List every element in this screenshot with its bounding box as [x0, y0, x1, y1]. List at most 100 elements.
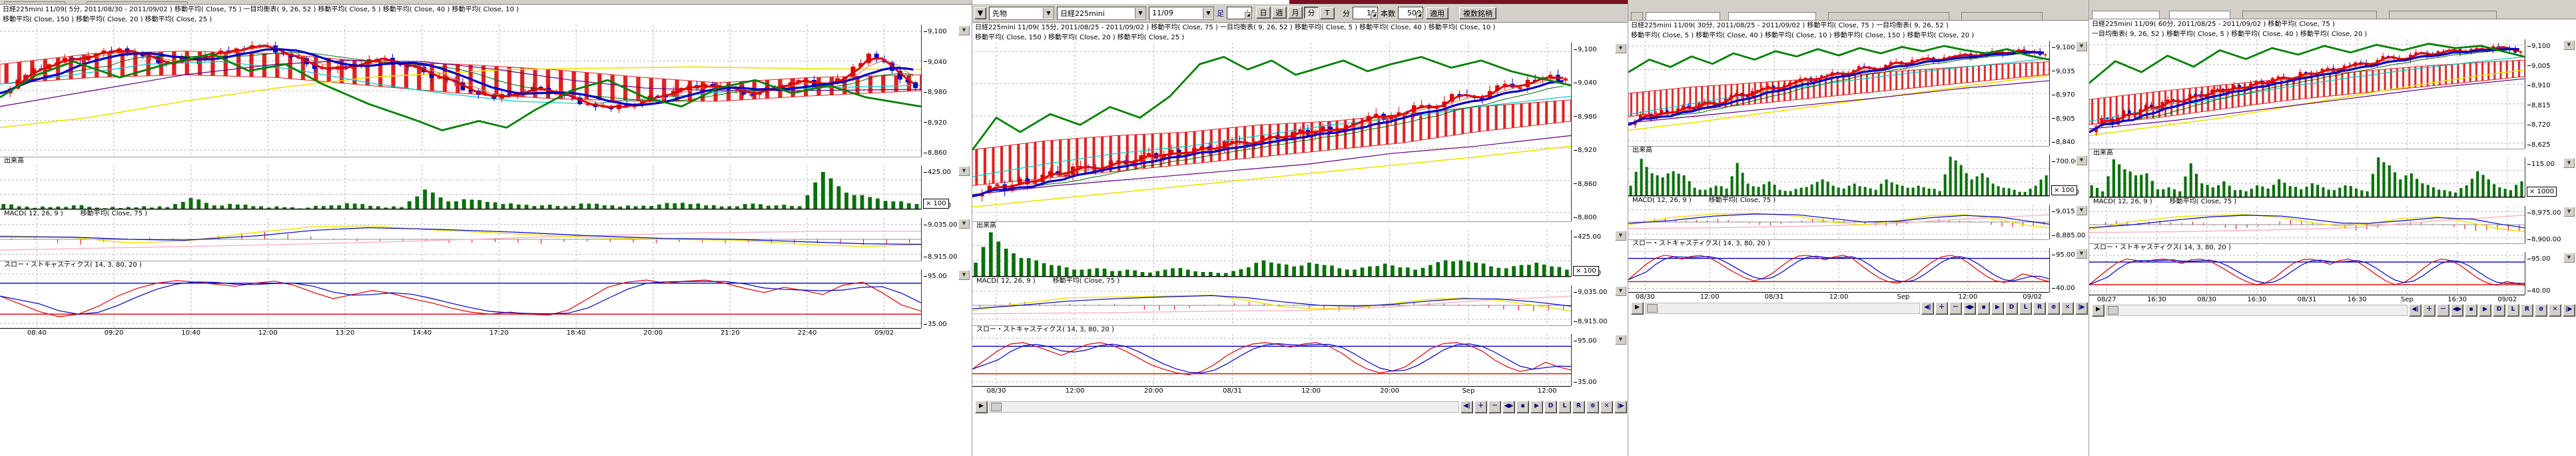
- period-button-週[interactable]: 週: [1272, 7, 1287, 19]
- pane-collapse-button[interactable]: ▼: [2563, 253, 2575, 263]
- symbol-select[interactable]: 日経225mini ▼: [1057, 7, 1146, 20]
- price-axis-label: 9,100: [2052, 45, 2075, 51]
- toolbar-sliver: [1628, 0, 2089, 21]
- period-button-T[interactable]: T: [1320, 7, 1335, 19]
- time-axis-label: 20:00: [643, 329, 663, 337]
- pane-collapse-button[interactable]: ▼: [2076, 41, 2087, 51]
- jump-latest-button[interactable]: |▶: [2075, 302, 2088, 315]
- scrollbar-thumb[interactable]: [1647, 304, 1658, 313]
- fit-button[interactable]: ◀▶: [2451, 304, 2463, 317]
- reset-button[interactable]: R: [1572, 401, 1585, 413]
- reset-button[interactable]: R: [2033, 302, 2046, 315]
- multi-symbol-button[interactable]: 複数銘柄: [1459, 7, 1496, 19]
- scrollbar-step-button[interactable]: ▶: [1631, 302, 1644, 315]
- spinner-knob-icon[interactable]: ◢: [1245, 12, 1252, 19]
- chart-scrollbar[interactable]: [2106, 305, 2408, 316]
- magnifier-button[interactable]: ⊕: [1586, 401, 1599, 413]
- fit-button[interactable]: ◀▶: [1963, 302, 1976, 315]
- pane-label-row: スロー・ストキャスティクス( 14, 3, 80, 20 ): [972, 325, 1628, 334]
- daily-button[interactable]: D: [2005, 302, 2018, 315]
- minutes-spinner[interactable]: 15 ◢: [1353, 7, 1378, 19]
- pane-collapse-button[interactable]: ▼: [958, 270, 970, 280]
- pane-collapse-button[interactable]: ▼: [1615, 335, 1626, 345]
- chart-scrollbar[interactable]: [1645, 303, 1920, 314]
- window-menu-button[interactable]: ▼: [974, 7, 986, 19]
- bar-count-spinner[interactable]: 500 ◢: [1398, 7, 1423, 19]
- daily-button[interactable]: D: [2493, 304, 2505, 317]
- time-axis-label: 14:40: [412, 329, 432, 337]
- magnifier-button[interactable]: ⊕: [2047, 302, 2060, 315]
- pane-collapse-button[interactable]: ▼: [2076, 205, 2087, 215]
- zoom-in-button[interactable]: ＋: [1935, 302, 1948, 315]
- step-back-button[interactable]: ◀|: [1921, 302, 1934, 315]
- step-back-button[interactable]: ◀|: [2409, 304, 2421, 317]
- step-forward-button[interactable]: ▶: [1530, 401, 1543, 413]
- pane-collapse-button[interactable]: ▼: [2076, 155, 2087, 165]
- magnifier-button[interactable]: ⊕: [2535, 304, 2547, 317]
- price-axis-label: 8,980: [1574, 114, 1597, 121]
- step-back-button[interactable]: ◀|: [1460, 401, 1473, 413]
- zoom-out-button[interactable]: －: [1949, 302, 1962, 315]
- log-scale-button[interactable]: L: [2019, 302, 2032, 315]
- fit-button[interactable]: ◀▶: [1502, 401, 1515, 413]
- zoom-in-button[interactable]: ＋: [1474, 401, 1487, 413]
- close-button[interactable]: ✕: [2061, 302, 2074, 315]
- period-button-分[interactable]: 分: [1304, 7, 1319, 19]
- scrollbar-thumb[interactable]: [2108, 306, 2118, 315]
- jump-latest-button[interactable]: |▶: [1614, 401, 1627, 413]
- apply-button[interactable]: 適用: [1426, 7, 1449, 19]
- period-button-月[interactable]: 月: [1288, 7, 1303, 19]
- bar-interval-spinner[interactable]: 1 ◢: [1227, 7, 1252, 19]
- chevron-down-icon: ▼: [1203, 8, 1213, 19]
- scrollbar-step-button[interactable]: ▶: [2092, 304, 2104, 317]
- price-chart-canvas: [2089, 39, 2525, 149]
- close-button[interactable]: ✕: [1600, 401, 1613, 413]
- category-select[interactable]: 先物 ▼: [989, 7, 1054, 20]
- stochastics-pane-label: スロー・ストキャスティクス( 14, 3, 80, 20 ): [2093, 244, 2231, 251]
- reset-button[interactable]: R: [2521, 304, 2533, 317]
- pane-collapse-button[interactable]: ▼: [1615, 231, 1626, 241]
- pane-collapse-button[interactable]: ▼: [958, 219, 970, 229]
- pane-collapse-button[interactable]: ▼: [958, 166, 970, 176]
- daily-button[interactable]: D: [1544, 401, 1557, 413]
- pane-collapse-button[interactable]: ▼: [2563, 40, 2575, 50]
- volume-multiplier-box: × 100: [923, 199, 949, 209]
- marker-button[interactable]: ▪: [2465, 304, 2477, 317]
- pane-label-row: 出来高: [972, 221, 1628, 230]
- contract-month-select[interactable]: 11/09 ▼: [1149, 7, 1214, 20]
- chart-scrollbar[interactable]: [989, 401, 1459, 413]
- button-fragment: [2389, 11, 2497, 19]
- price-axis-label: 9,005: [2527, 63, 2551, 70]
- jump-latest-button[interactable]: |▶: [2563, 304, 2575, 317]
- pane-collapse-button[interactable]: ▼: [1615, 286, 1626, 296]
- marker-button[interactable]: ▪: [1516, 401, 1529, 413]
- log-scale-button[interactable]: L: [2507, 304, 2519, 317]
- pane-collapse-button[interactable]: ▼: [2563, 158, 2575, 168]
- time-axis-label: 20:00: [1144, 387, 1163, 395]
- stochastics-chart-canvas: [2089, 252, 2525, 295]
- pane-collapse-button[interactable]: ▼: [958, 25, 970, 35]
- time-axis-label: 18:40: [567, 329, 586, 337]
- macd-ma-label: 移動平均( Close, 75 ): [81, 210, 147, 217]
- price-axis-label: 8,840: [2052, 139, 2075, 146]
- time-axis-label: 16:30: [2447, 296, 2467, 303]
- stochastics-axis-label: 35.00: [1574, 379, 1597, 386]
- step-forward-button[interactable]: ▶: [2479, 304, 2491, 317]
- stochastics-pane-label: スロー・ストキャスティクス( 14, 3, 80, 20 ): [976, 326, 1114, 333]
- step-forward-button[interactable]: ▶: [1991, 302, 2004, 315]
- zoom-in-button[interactable]: ＋: [2423, 304, 2435, 317]
- log-scale-button[interactable]: L: [1558, 401, 1571, 413]
- spinner-knob-icon[interactable]: ◢: [1416, 12, 1423, 19]
- scrollbar-thumb[interactable]: [991, 403, 1002, 411]
- scrollbar-step-button[interactable]: ▶: [975, 401, 988, 413]
- pane-collapse-button[interactable]: ▼: [2563, 207, 2575, 217]
- spinner-knob-icon[interactable]: ◢: [1371, 12, 1378, 19]
- period-button-日[interactable]: 日: [1256, 7, 1271, 19]
- close-button[interactable]: ✕: [2549, 304, 2561, 317]
- zoom-out-button[interactable]: －: [2437, 304, 2449, 317]
- pane-collapse-button[interactable]: ▼: [1615, 43, 1626, 53]
- pane-collapse-button[interactable]: ▼: [2076, 249, 2087, 259]
- marker-button[interactable]: ▪: [1977, 302, 1990, 315]
- macd-axis-label: 8,915.00: [1574, 319, 1608, 325]
- zoom-out-button[interactable]: －: [1488, 401, 1501, 413]
